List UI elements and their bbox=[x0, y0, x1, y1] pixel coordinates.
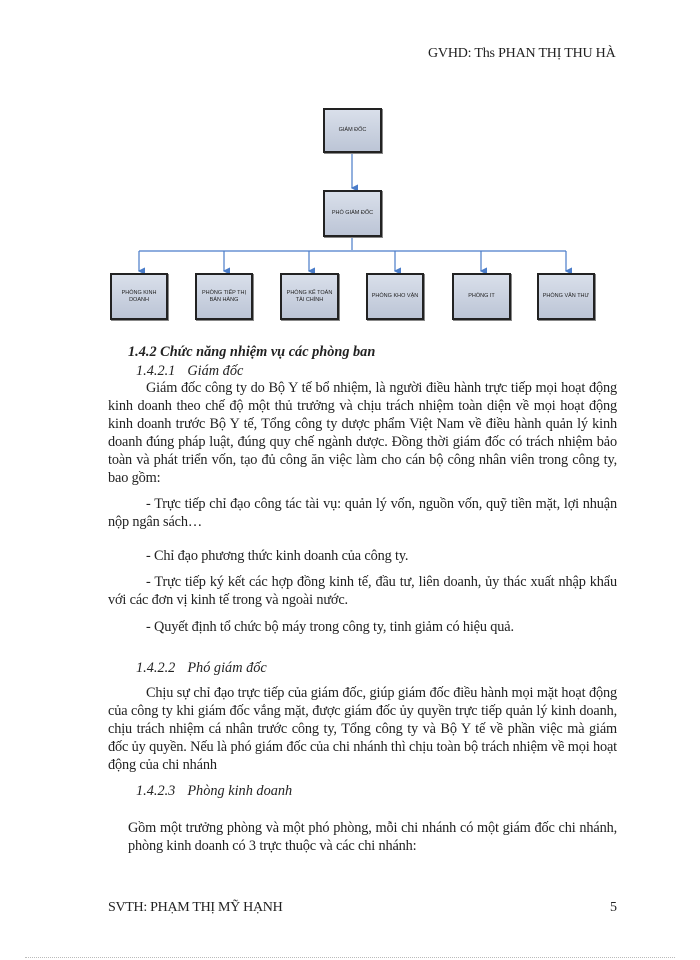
box-department: PHÒNG IT bbox=[452, 273, 511, 320]
bullet: - Quyết định tổ chức bộ máy trong công t… bbox=[108, 618, 617, 636]
subsection-heading-director: 1.4.2.1 Giám đốc bbox=[136, 363, 243, 380]
subsection-number: 1.4.2.2 bbox=[136, 660, 176, 676]
paragraph: Gồm một trưởng phòng và một phó phòng, m… bbox=[128, 820, 617, 854]
page-footer-student: SVTH: PHẠM THỊ MỸ HẠNH bbox=[108, 900, 283, 915]
bullet-text: - Trực tiếp ký kết các hợp đồng kinh tế,… bbox=[108, 574, 617, 608]
subsection-heading-sales: 1.4.2.3 Phòng kinh doanh bbox=[136, 783, 292, 800]
page-number: 5 bbox=[610, 900, 617, 915]
box-department: PHÒNG VĂN THƯ bbox=[537, 273, 595, 320]
subsection-title: Phó giám đốc bbox=[187, 660, 267, 676]
paragraph: Chịu sự chỉ đạo trực tiếp của giám đốc, … bbox=[108, 685, 617, 773]
sales-paragraph: Gồm một trưởng phòng và một phó phòng, m… bbox=[128, 819, 617, 855]
box-deputy-director: PHÓ GIÁM ĐỐC bbox=[323, 190, 382, 237]
subsection-title: Giám đốc bbox=[187, 363, 244, 379]
bullet-text: - Chỉ đạo phương thức kinh doanh của côn… bbox=[146, 548, 409, 564]
director-paragraph: Giám đốc công ty do Bộ Y tế bổ nhiệm, là… bbox=[108, 379, 617, 487]
subsection-heading-deputy: 1.4.2.2 Phó giám đốc bbox=[136, 660, 267, 677]
bullet: - Trực tiếp ký kết các hợp đồng kinh tế,… bbox=[108, 573, 617, 609]
subsection-number: 1.4.2.3 bbox=[136, 783, 176, 799]
bullet: - Chỉ đạo phương thức kinh doanh của côn… bbox=[108, 547, 617, 565]
box-department: PHÒNG KẾ TOÁN TÀI CHÍNH bbox=[280, 273, 339, 320]
bullet-text: - Quyết định tổ chức bộ máy trong công t… bbox=[146, 619, 514, 635]
section-heading: 1.4.2 Chức năng nhiệm vụ các phòng ban bbox=[128, 344, 376, 360]
paragraph: Giám đốc công ty do Bộ Y tế bổ nhiệm, là… bbox=[108, 380, 617, 486]
bullet-text: - Trực tiếp chỉ đạo công tác tài vụ: quả… bbox=[108, 496, 617, 530]
box-director: GIÁM ĐỐC bbox=[323, 108, 382, 153]
box-department: PHÒNG KINH DOANH bbox=[110, 273, 168, 320]
page-boundary bbox=[25, 957, 675, 958]
box-department: PHÒNG KHO VẬN bbox=[366, 273, 424, 320]
bullet: - Trực tiếp chỉ đạo công tác tài vụ: quả… bbox=[108, 495, 617, 531]
subsection-title: Phòng kinh doanh bbox=[187, 783, 293, 799]
subsection-number: 1.4.2.1 bbox=[136, 363, 176, 379]
box-department: PHÒNG TIẾP THỊ BÁN HÀNG bbox=[195, 273, 253, 320]
org-chart-connectors bbox=[137, 153, 572, 275]
deputy-paragraph: Chịu sự chỉ đạo trực tiếp của giám đốc, … bbox=[108, 684, 617, 774]
